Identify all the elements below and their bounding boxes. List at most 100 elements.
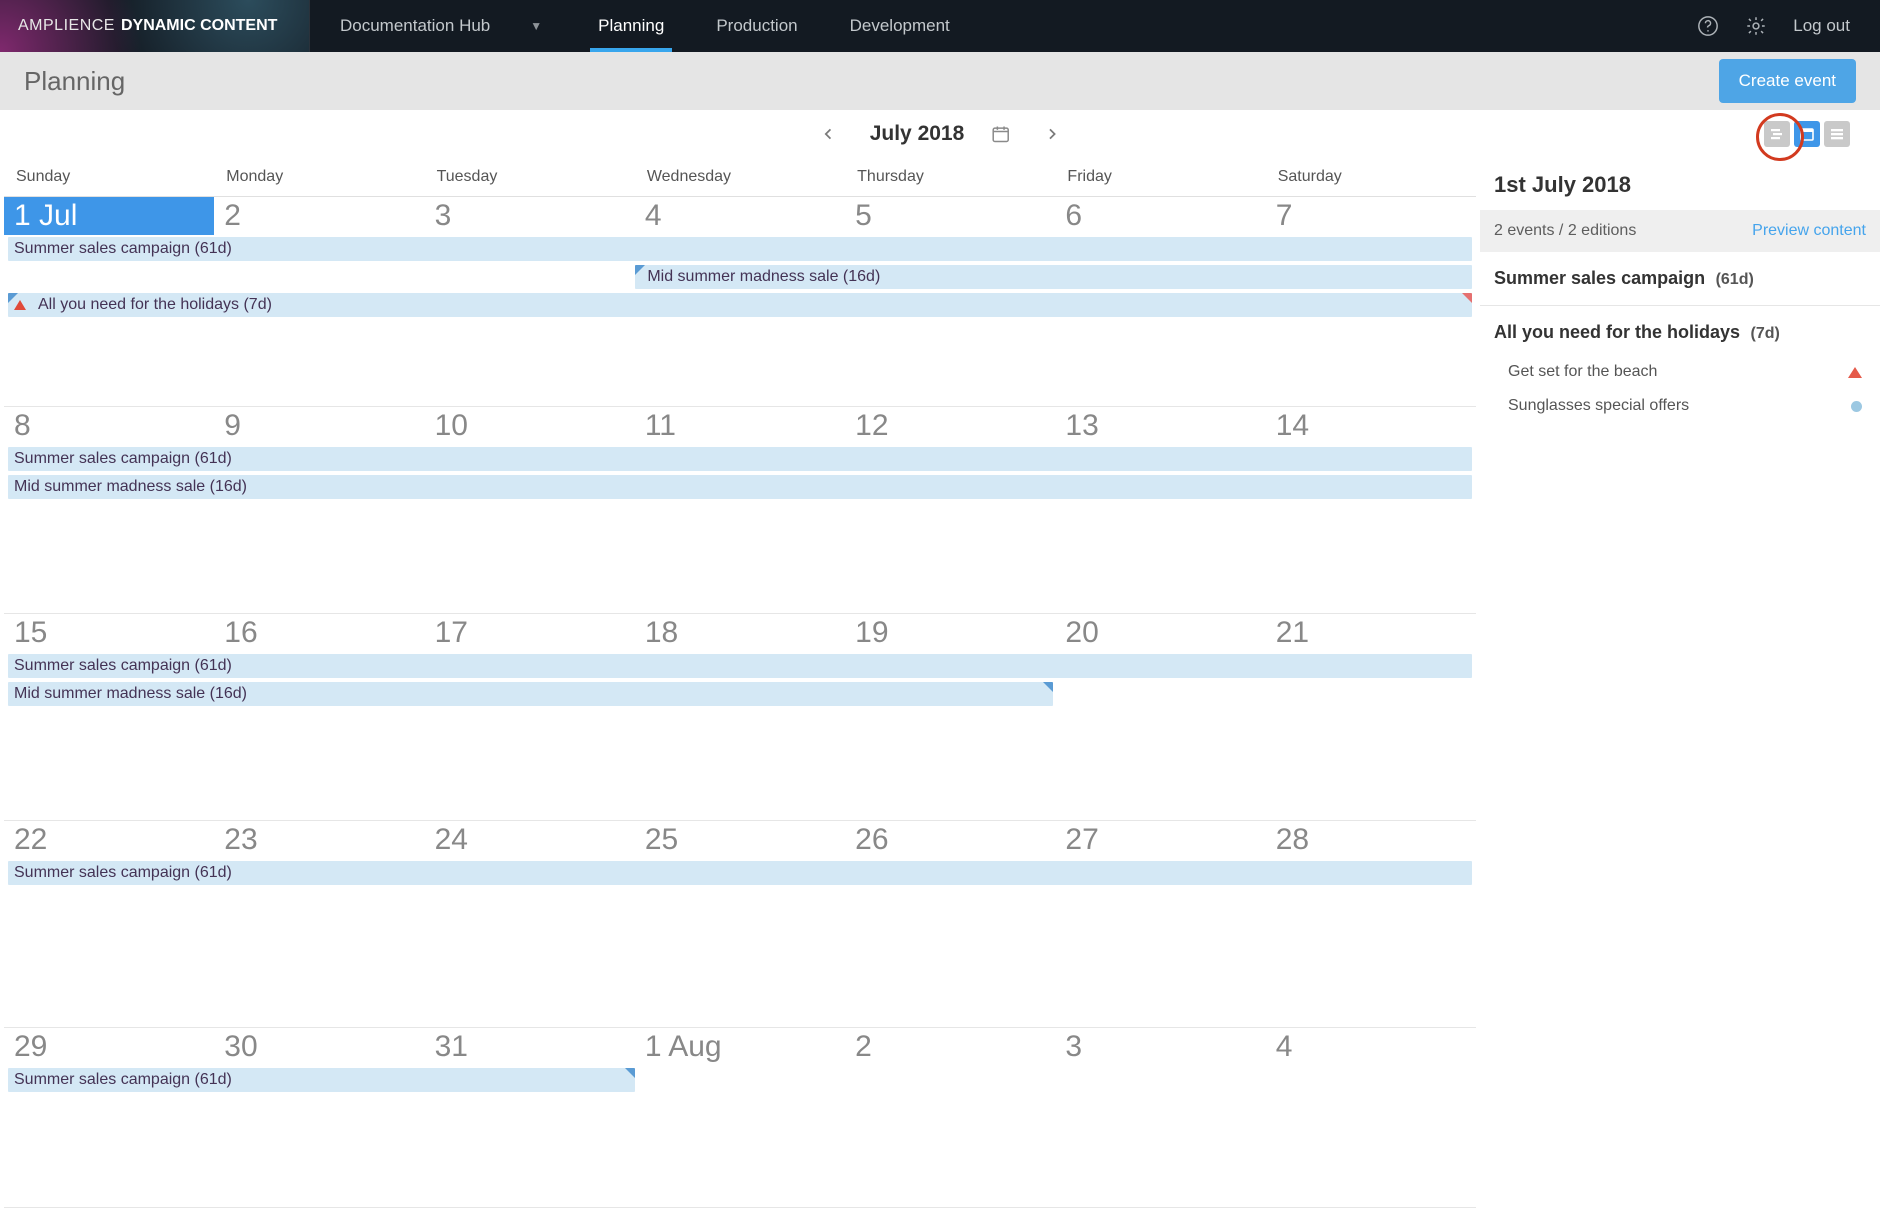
event-bar-midsummer[interactable]: Mid summer madness sale (16d) bbox=[635, 265, 1472, 289]
edition-item[interactable]: Sunglasses special offers bbox=[1494, 387, 1866, 421]
day-cell[interactable]: 26 bbox=[845, 821, 1055, 859]
day-cell[interactable]: 18 bbox=[635, 614, 845, 652]
day-cell[interactable]: 28 bbox=[1266, 821, 1476, 859]
day-cell[interactable]: 25 bbox=[635, 821, 845, 859]
calendar: Sunday Monday Tuesday Wednesday Thursday… bbox=[0, 158, 1480, 1175]
help-icon[interactable] bbox=[1697, 15, 1719, 37]
event-bar-label: All you need for the holidays (7d) bbox=[38, 296, 272, 313]
main-area: Sunday Monday Tuesday Wednesday Thursday… bbox=[0, 158, 1880, 1175]
week-row: 22 23 24 25 26 27 28 Summer sales campai… bbox=[4, 821, 1476, 1028]
day-cell[interactable]: 30 bbox=[214, 1028, 424, 1066]
side-event[interactable]: Summer sales campaign (61d) bbox=[1480, 252, 1880, 306]
day-cell[interactable]: 9 bbox=[214, 407, 424, 445]
day-cell[interactable]: 15 bbox=[4, 614, 214, 652]
edition-item[interactable]: Get set for the beach bbox=[1494, 353, 1866, 387]
end-marker-icon bbox=[1462, 293, 1472, 303]
preview-content-link[interactable]: Preview content bbox=[1752, 222, 1866, 240]
tab-production[interactable]: Production bbox=[690, 0, 823, 52]
sub-header: Planning Create event bbox=[0, 52, 1880, 110]
prev-month-button[interactable] bbox=[814, 123, 844, 145]
view-toggles bbox=[1764, 121, 1870, 147]
hub-label: Documentation Hub bbox=[340, 16, 490, 36]
side-event-duration: (61d) bbox=[1716, 271, 1754, 288]
brand-logo: AMPLIENCE DYNAMIC CONTENT bbox=[0, 0, 310, 52]
next-month-button[interactable] bbox=[1036, 123, 1066, 145]
week-row: 1 Jul 2 3 4 5 6 7 Summer sales campaign … bbox=[4, 197, 1476, 407]
day-header: Wednesday bbox=[635, 158, 845, 196]
event-bar-summer[interactable]: Summer sales campaign (61d) bbox=[8, 654, 1472, 678]
day-cell[interactable]: 1 Jul bbox=[4, 197, 214, 235]
day-cell[interactable]: 21 bbox=[1266, 614, 1476, 652]
week-row: 15 16 17 18 19 20 21 Summer sales campai… bbox=[4, 614, 1476, 821]
calendar-view-button[interactable] bbox=[1794, 121, 1820, 147]
side-summary-text: 2 events / 2 editions bbox=[1494, 222, 1636, 240]
event-bar-label: Mid summer madness sale (16d) bbox=[14, 685, 247, 702]
triangle-icon bbox=[1848, 367, 1862, 378]
day-cell[interactable]: 27 bbox=[1055, 821, 1265, 859]
brand-bold: DYNAMIC CONTENT bbox=[121, 17, 277, 35]
timeline-view-button[interactable] bbox=[1764, 121, 1790, 147]
day-cell[interactable]: 7 bbox=[1266, 197, 1476, 235]
side-panel: 1st July 2018 2 events / 2 editions Prev… bbox=[1480, 158, 1880, 1175]
edition-label: Get set for the beach bbox=[1508, 363, 1657, 381]
day-header: Tuesday bbox=[425, 158, 635, 196]
day-cell[interactable]: 11 bbox=[635, 407, 845, 445]
gear-icon[interactable] bbox=[1745, 15, 1767, 37]
calendar-toolbar: July 2018 bbox=[0, 110, 1880, 158]
weeks: 1 Jul 2 3 4 5 6 7 Summer sales campaign … bbox=[4, 197, 1476, 1208]
event-bar-holidays[interactable]: All you need for the holidays (7d) bbox=[8, 293, 1472, 317]
hub-selector[interactable]: Documentation Hub ▼ bbox=[310, 16, 572, 36]
day-header: Monday bbox=[214, 158, 424, 196]
day-cell[interactable]: 6 bbox=[1055, 197, 1265, 235]
tab-development[interactable]: Development bbox=[824, 0, 976, 52]
day-cell[interactable]: 13 bbox=[1055, 407, 1265, 445]
event-bar-summer[interactable]: Summer sales campaign (61d) bbox=[8, 447, 1472, 471]
event-bar-summer[interactable]: Summer sales campaign (61d) bbox=[8, 861, 1472, 885]
day-cell[interactable]: 4 bbox=[1266, 1028, 1476, 1066]
day-header: Friday bbox=[1055, 158, 1265, 196]
day-cell[interactable]: 31 bbox=[425, 1028, 635, 1066]
list-view-button[interactable] bbox=[1824, 121, 1850, 147]
dot-icon bbox=[1851, 401, 1862, 412]
day-cell[interactable]: 3 bbox=[1055, 1028, 1265, 1066]
side-event[interactable]: All you need for the holidays (7d) Get s… bbox=[1480, 306, 1880, 437]
day-cell[interactable]: 1 Aug bbox=[635, 1028, 845, 1066]
day-cell[interactable]: 4 bbox=[635, 197, 845, 235]
day-cell[interactable]: 14 bbox=[1266, 407, 1476, 445]
day-cell[interactable]: 3 bbox=[425, 197, 635, 235]
logout-link[interactable]: Log out bbox=[1793, 16, 1850, 36]
event-bar-summer[interactable]: Summer sales campaign (61d) bbox=[8, 237, 1472, 261]
side-event-title: All you need for the holidays bbox=[1494, 322, 1740, 342]
day-cell[interactable]: 8 bbox=[4, 407, 214, 445]
event-bar-midsummer[interactable]: Mid summer madness sale (16d) bbox=[8, 682, 1053, 706]
event-bar-summer[interactable]: Summer sales campaign (61d) bbox=[8, 1068, 635, 1092]
day-header: Saturday bbox=[1266, 158, 1476, 196]
side-event-duration: (7d) bbox=[1751, 325, 1780, 342]
end-marker-icon bbox=[1043, 682, 1053, 692]
day-cell[interactable]: 22 bbox=[4, 821, 214, 859]
day-cell[interactable]: 24 bbox=[425, 821, 635, 859]
day-cell[interactable]: 19 bbox=[845, 614, 1055, 652]
day-cell[interactable]: 2 bbox=[845, 1028, 1055, 1066]
event-bar-label: Mid summer madness sale (16d) bbox=[647, 268, 880, 285]
day-header: Sunday bbox=[4, 158, 214, 196]
day-cell[interactable]: 5 bbox=[845, 197, 1055, 235]
month-label: July 2018 bbox=[870, 122, 965, 146]
day-cell[interactable]: 20 bbox=[1055, 614, 1265, 652]
day-cell[interactable]: 29 bbox=[4, 1028, 214, 1066]
day-cell[interactable]: 23 bbox=[214, 821, 424, 859]
event-bar-midsummer[interactable]: Mid summer madness sale (16d) bbox=[8, 475, 1472, 499]
day-cell[interactable]: 12 bbox=[845, 407, 1055, 445]
month-nav: July 2018 bbox=[814, 122, 1067, 146]
end-marker-icon bbox=[625, 1068, 635, 1078]
day-cell[interactable]: 17 bbox=[425, 614, 635, 652]
editions-list: Get set for the beach Sunglasses special… bbox=[1494, 343, 1866, 421]
calendar-icon[interactable] bbox=[990, 124, 1010, 144]
create-event-button[interactable]: Create event bbox=[1719, 59, 1856, 103]
day-cell[interactable]: 10 bbox=[425, 407, 635, 445]
day-headers: Sunday Monday Tuesday Wednesday Thursday… bbox=[4, 158, 1476, 197]
tab-planning[interactable]: Planning bbox=[572, 0, 690, 52]
day-cell[interactable]: 16 bbox=[214, 614, 424, 652]
day-cell[interactable]: 2 bbox=[214, 197, 424, 235]
side-event-title: Summer sales campaign bbox=[1494, 268, 1705, 288]
